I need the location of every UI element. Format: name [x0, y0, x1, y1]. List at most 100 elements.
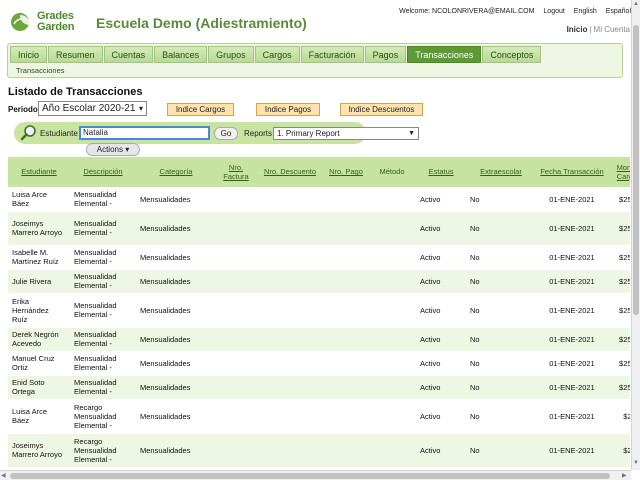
- header-fecha-transaccion[interactable]: Fecha Transacción: [536, 157, 608, 188]
- header-nro-pago[interactable]: Nro. Pago: [324, 157, 368, 188]
- tab-pagos[interactable]: Pagos: [364, 46, 407, 63]
- transactions-table-container: Estudiante Descripción Categoría Nro. Fa…: [8, 157, 630, 470]
- cell-fecha: 01-ENE-2021: [536, 293, 608, 328]
- header-monto-cargo[interactable]: Monto Cargo: [608, 157, 630, 188]
- welcome-text: Welcome: NCOLONRIVERA@EMAIL.COM: [399, 8, 535, 15]
- cell-categoria: Mensualidades: [136, 351, 216, 376]
- table-header-row: Estudiante Descripción Categoría Nro. Fa…: [8, 157, 630, 188]
- english-link[interactable]: English: [574, 8, 597, 15]
- table-row[interactable]: Manuel Cruz Ortiz Mensualidad Elemental -…: [8, 351, 630, 376]
- cell-extraescolar: No: [466, 245, 536, 270]
- tab-facturacion[interactable]: Facturación: [300, 46, 364, 63]
- cell-nro-descuento: [256, 269, 324, 294]
- go-button[interactable]: Go: [214, 127, 238, 140]
- header-nro-factura[interactable]: Nro. Factura: [216, 157, 256, 188]
- table-row[interactable]: Luisa Arce Báez Recargo Mensualidad Eleme…: [8, 399, 630, 434]
- top-links: Welcome: NCOLONRIVERA@EMAIL.COM Logout E…: [399, 8, 631, 15]
- cell-nro-pago: [324, 211, 368, 246]
- inicio-link[interactable]: Inicio: [567, 25, 588, 34]
- tab-transacciones[interactable]: Transacciones: [407, 46, 482, 63]
- cell-extraescolar: No: [466, 293, 536, 328]
- tab-cargos[interactable]: Cargos: [254, 46, 300, 63]
- actions-button[interactable]: Actions ▾: [86, 143, 140, 156]
- cell-fecha: 01-ENE-2021: [536, 187, 608, 212]
- cell-nro-pago: [324, 245, 368, 270]
- student-search-input[interactable]: Natalia: [79, 126, 210, 140]
- cell-nro-descuento: [256, 433, 324, 468]
- cell-nro-factura: [216, 269, 256, 294]
- table-row[interactable]: Isabelle M. Martínez Ruíz Mensualidad Ele…: [8, 245, 630, 270]
- cell-nro-factura: [216, 351, 256, 376]
- account-links: Inicio | Mi Cuenta: [567, 25, 630, 34]
- scroll-left-icon[interactable]: ◀: [1, 472, 6, 479]
- tab-balances[interactable]: Balances: [154, 46, 208, 63]
- scroll-up-icon[interactable]: ▲: [633, 1, 639, 7]
- indice-pagos-button[interactable]: Indice Pagos: [256, 103, 320, 116]
- subnav-transacciones[interactable]: Transacciones: [16, 66, 65, 75]
- cell-nro-pago: [324, 433, 368, 468]
- table-row[interactable]: Joseimys Marrero Arroyo Recargo Mensualid…: [8, 433, 630, 468]
- cell-descripcion: Mensualidad Elemental -: [70, 187, 136, 212]
- cell-fecha: 01-ENE-2021: [536, 211, 608, 246]
- tab-conceptos[interactable]: Conceptos: [482, 46, 542, 63]
- header-categoria[interactable]: Categoría: [136, 157, 216, 188]
- table-row[interactable]: Erika Hernández Ruíz Mensualidad Elementa…: [8, 293, 630, 328]
- indice-descuentos-button[interactable]: Indice Descuentos: [340, 103, 423, 116]
- tab-grupos[interactable]: Grupos: [208, 46, 254, 63]
- cell-nro-descuento: [256, 327, 324, 352]
- vertical-scroll-thumb[interactable]: [633, 25, 639, 315]
- horizontal-scrollbar[interactable]: ◀ ▶: [0, 470, 631, 480]
- cell-nro-pago: [324, 327, 368, 352]
- horizontal-scroll-thumb[interactable]: [10, 473, 610, 479]
- cell-categoria: Mensualidades: [136, 211, 216, 246]
- cell-metodo: [368, 211, 416, 246]
- scroll-right-icon[interactable]: ▶: [622, 472, 627, 479]
- logout-link[interactable]: Logout: [543, 8, 564, 15]
- cell-nro-factura: [216, 245, 256, 270]
- cell-monto: $250.0: [608, 245, 630, 270]
- cell-nro-factura: [216, 211, 256, 246]
- header-descripcion[interactable]: Descripción: [70, 157, 136, 188]
- vertical-scrollbar[interactable]: ▲ ▼: [631, 0, 640, 470]
- cell-monto: $250.0: [608, 211, 630, 246]
- cell-estatus: Activo: [416, 433, 466, 468]
- cell-nro-pago: [324, 375, 368, 400]
- cell-nro-descuento: [256, 245, 324, 270]
- cell-fecha: 01-ENE-2021: [536, 269, 608, 294]
- cell-fecha: 01-ENE-2021: [536, 351, 608, 376]
- cell-categoria: Mensualidades: [136, 375, 216, 400]
- tab-cuentas[interactable]: Cuentas: [103, 46, 154, 63]
- table-row[interactable]: Joseimys Marrero Arroyo Mensualidad Eleme…: [8, 211, 630, 246]
- table-row[interactable]: Enid Soto Ortega Mensualidad Elemental -M…: [8, 375, 630, 400]
- header-extraescolar[interactable]: Extraescolar: [466, 157, 536, 188]
- table-row[interactable]: Derek Negrón Acevedo Mensualidad Elementa…: [8, 327, 630, 352]
- reports-label: Reports: [244, 129, 273, 138]
- reports-select[interactable]: 1. Primary Report ▼: [273, 127, 419, 140]
- reports-value: 1. Primary Report: [277, 129, 340, 138]
- indice-cargos-button[interactable]: Indice Cargos: [167, 103, 234, 116]
- cell-estudiante: Manuel Cruz Ortiz: [8, 351, 70, 376]
- mi-cuenta-link[interactable]: Mi Cuenta: [594, 25, 630, 34]
- cell-extraescolar: No: [466, 433, 536, 468]
- grades-garden-logo[interactable]: Grades Garden: [10, 10, 85, 36]
- table-row[interactable]: Luisa Arce Báez Mensualidad Elemental - Me…: [8, 187, 630, 212]
- search-icon: [20, 125, 36, 141]
- header-nro-descuento[interactable]: Nro. Descuento: [256, 157, 324, 188]
- actions-label: Actions: [96, 145, 123, 154]
- espanol-link[interactable]: Español: [606, 8, 631, 15]
- header-estatus[interactable]: Estatus: [416, 157, 466, 188]
- cell-monto: $250.0: [608, 187, 630, 212]
- cell-descripcion: Recargo Mensualidad Elemental -: [70, 399, 136, 434]
- cell-monto: $250.0: [608, 293, 630, 328]
- cell-estatus: Activo: [416, 245, 466, 270]
- period-select[interactable]: Año Escolar 2020-21 ▾: [38, 101, 147, 116]
- tab-inicio[interactable]: Inicio: [10, 46, 48, 63]
- header-estudiante[interactable]: Estudiante: [8, 157, 70, 188]
- cell-extraescolar: No: [466, 211, 536, 246]
- tab-resumen[interactable]: Resumen: [48, 46, 103, 63]
- scroll-down-icon[interactable]: ▼: [633, 460, 639, 466]
- cell-categoria: Mensualidades: [136, 327, 216, 352]
- cell-nro-descuento: [256, 211, 324, 246]
- cell-extraescolar: No: [466, 351, 536, 376]
- table-row[interactable]: Julie Rivera Mensualidad Elemental - Mensu…: [8, 269, 630, 294]
